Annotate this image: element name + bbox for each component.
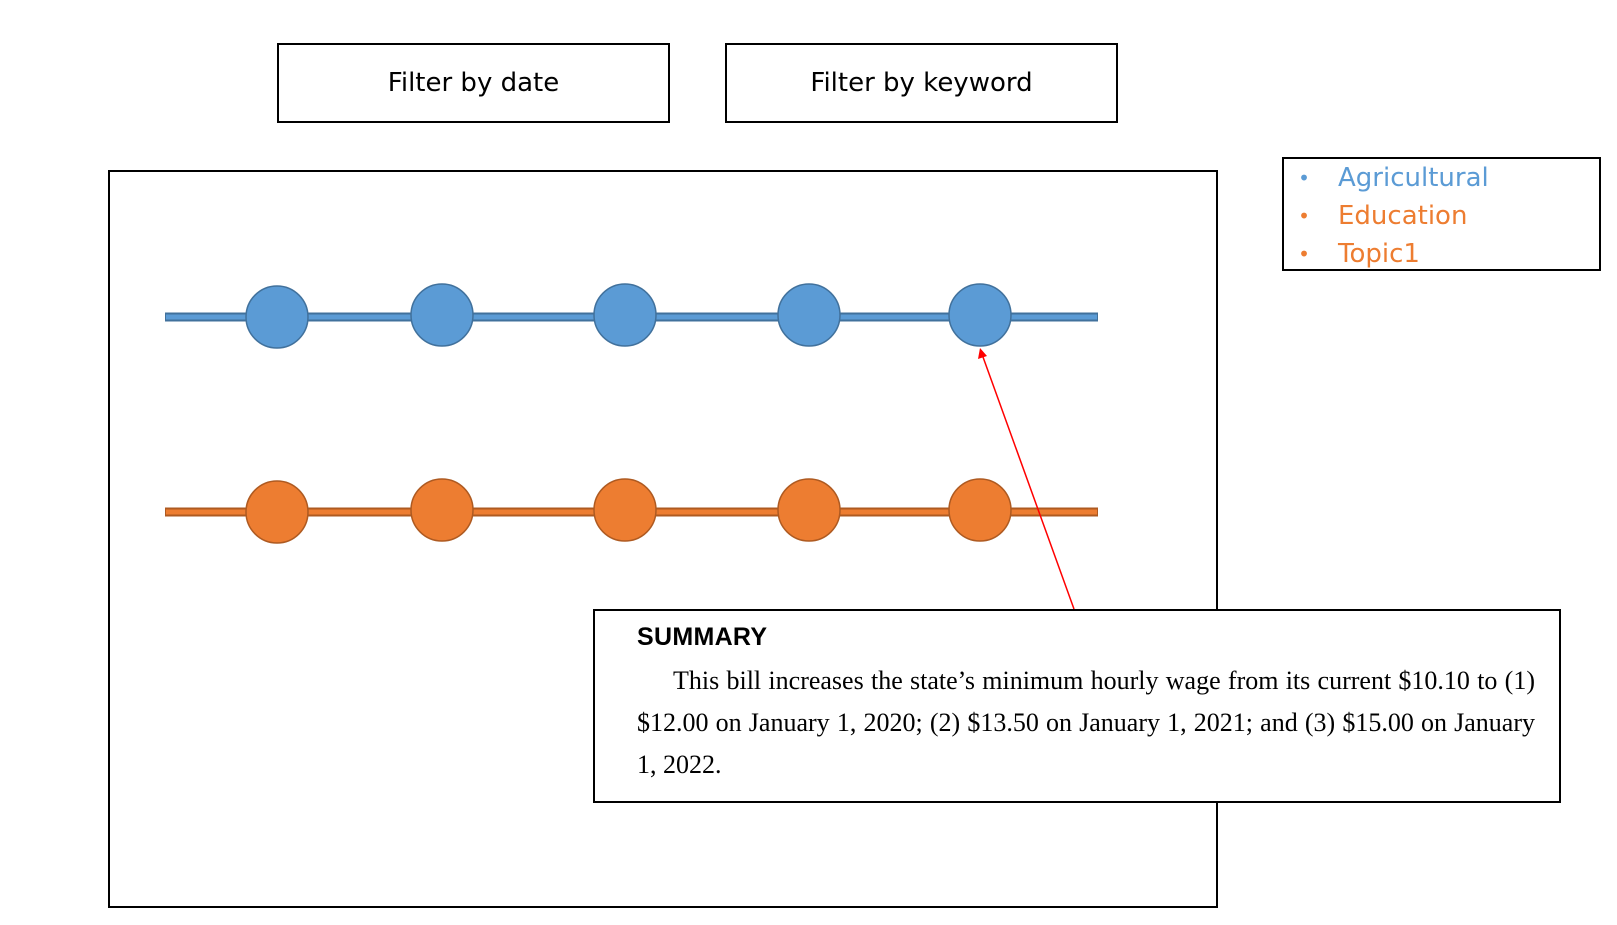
legend-item-education[interactable]: • Education — [1284, 197, 1467, 235]
summary-popup: SUMMARY This bill increases the state’s … — [593, 609, 1561, 803]
bullet-icon: • — [1298, 242, 1310, 266]
legend-item-agricultural[interactable]: • Agricultural — [1284, 159, 1489, 197]
bullet-icon: • — [1298, 204, 1310, 228]
timeline-event-education-5[interactable] — [948, 478, 1012, 542]
timeline-event-education-4[interactable] — [777, 478, 841, 542]
summary-heading: SUMMARY — [637, 623, 768, 651]
legend-label: Agricultural — [1338, 163, 1489, 193]
timeline-event-agricultural-3[interactable] — [593, 283, 657, 347]
summary-text: This bill increases the state’s minimum … — [637, 666, 1535, 779]
legend-label: Education — [1338, 201, 1468, 231]
legend-item-topic1[interactable]: • Topic1 — [1284, 235, 1420, 273]
timeline-event-agricultural-4[interactable] — [777, 283, 841, 347]
timeline-event-agricultural-2[interactable] — [410, 283, 474, 347]
timeline-event-education-3[interactable] — [593, 478, 657, 542]
timeline-event-agricultural-1[interactable] — [245, 285, 309, 349]
topic-legend: • Agricultural • Education • Topic1 — [1282, 157, 1601, 271]
timeline-event-education-1[interactable] — [245, 480, 309, 544]
timeline-event-agricultural-5[interactable] — [948, 283, 1012, 347]
timeline-event-education-2[interactable] — [410, 478, 474, 542]
arrowhead-icon — [978, 348, 987, 359]
bullet-icon: • — [1298, 166, 1310, 190]
legend-label: Topic1 — [1338, 239, 1420, 269]
